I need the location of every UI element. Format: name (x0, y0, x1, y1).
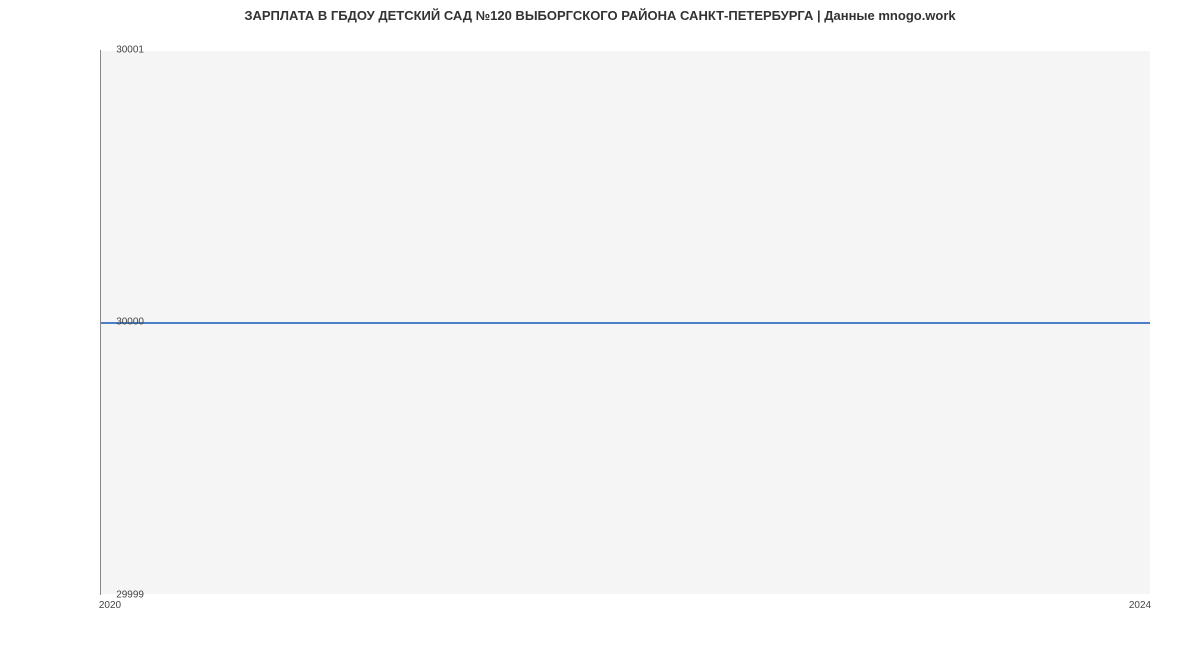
chart-title: ЗАРПЛАТА В ГБДОУ ДЕТСКИЙ САД №120 ВЫБОРГ… (0, 0, 1200, 27)
chart-plot-area (100, 50, 1150, 595)
y-axis-tick: 30001 (116, 45, 144, 56)
y-axis-tick: 30000 (116, 317, 144, 328)
y-axis-tick: 29999 (116, 590, 144, 601)
plot-background (100, 50, 1150, 595)
gridline-top (101, 50, 1150, 51)
x-axis-tick: 2024 (1129, 600, 1151, 611)
gridline-bottom (101, 594, 1150, 595)
data-series-line (101, 322, 1150, 324)
x-axis-tick: 2020 (99, 600, 121, 611)
